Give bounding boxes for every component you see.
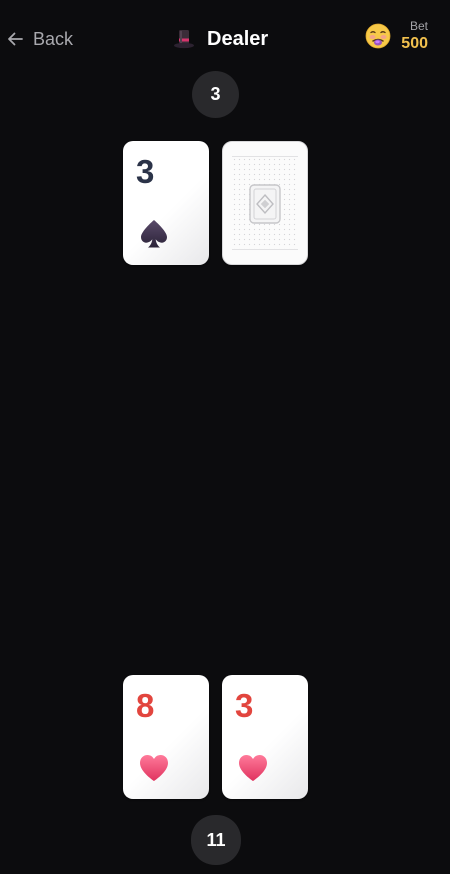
- bet-display: Bet 500: [365, 20, 428, 52]
- card-rank: 3: [136, 153, 155, 190]
- card-back-emblem-icon: [249, 184, 281, 224]
- spade-icon: [138, 219, 170, 249]
- bet-label: Bet: [409, 19, 428, 33]
- dealer-score-badge: 3: [192, 71, 239, 118]
- bet-amount: 500: [401, 35, 428, 52]
- dizzy-face-emoji-icon: [365, 23, 391, 49]
- back-button[interactable]: Back: [6, 26, 73, 52]
- arrow-left-icon: [6, 30, 24, 48]
- page-title: Dealer: [172, 24, 268, 54]
- player-card-2: 3: [222, 675, 308, 799]
- dealer-card-2-face-down: [222, 141, 308, 265]
- card-rank: 3: [235, 687, 254, 724]
- player-score-badge: 11: [191, 815, 241, 865]
- top-hat-icon: [172, 27, 196, 51]
- back-label: Back: [33, 28, 74, 49]
- blackjack-screen: Back Dealer Bet 500 3 3 8 3 11: [0, 0, 450, 874]
- player-card-1: 8: [123, 675, 209, 799]
- title-label: Dealer: [207, 27, 269, 50]
- heart-icon: [237, 753, 269, 783]
- dealer-card-1: 3: [123, 141, 209, 265]
- card-rank: 8: [136, 687, 155, 724]
- heart-icon: [138, 753, 170, 783]
